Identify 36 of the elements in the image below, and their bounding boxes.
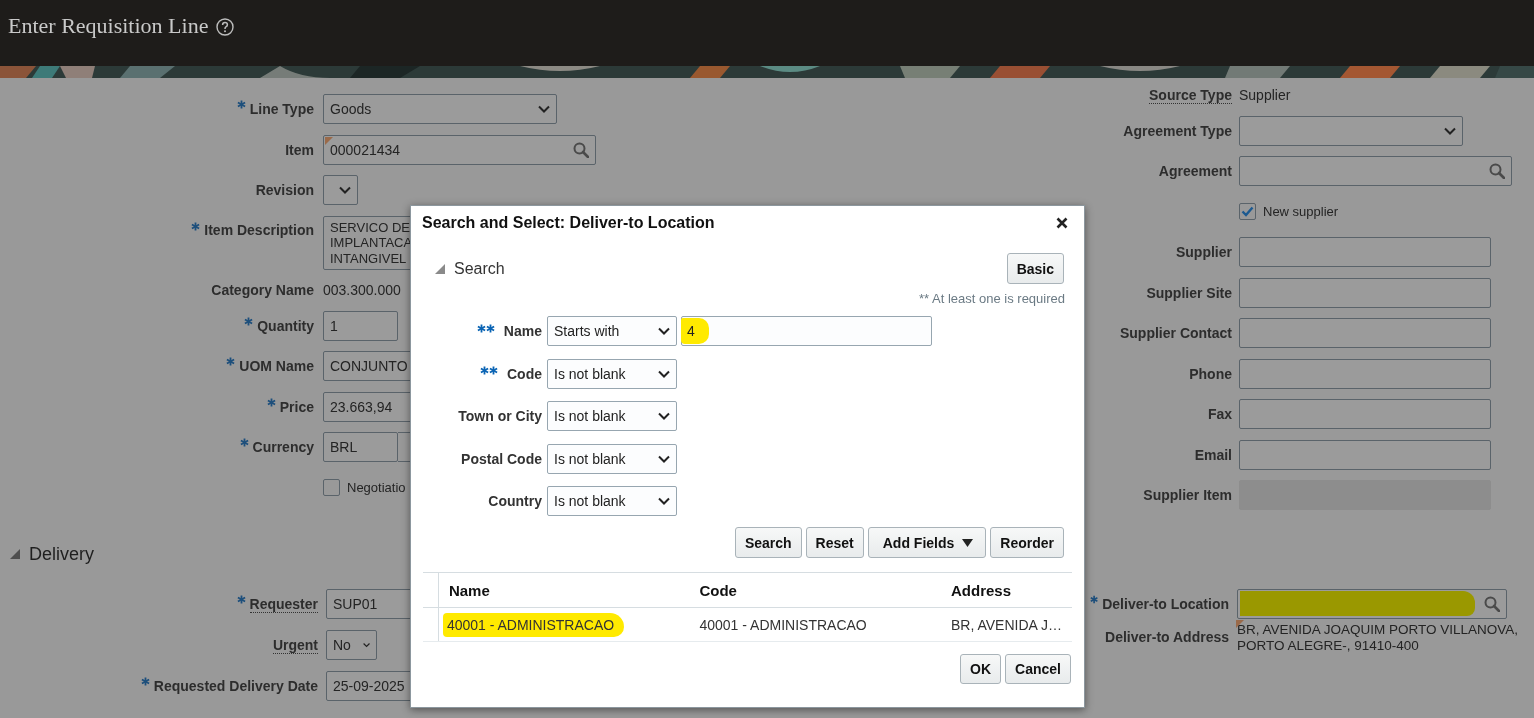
checkbox-label: New supplier bbox=[1263, 204, 1339, 219]
field-label: Supplier Contact bbox=[1120, 325, 1232, 341]
field-value: 003.300.000 bbox=[323, 282, 401, 298]
field-label: Item bbox=[285, 141, 314, 158]
field-label: Postal Code bbox=[461, 450, 542, 467]
checkbox-label: Negotiatio bbox=[347, 480, 406, 495]
field-label: Town or City bbox=[458, 408, 542, 424]
field-label: Name bbox=[503, 323, 542, 339]
field-label: Deliver-to Location bbox=[1102, 596, 1229, 612]
field-value: Supplier bbox=[1239, 87, 1291, 103]
field-label: Revision bbox=[255, 182, 314, 198]
field-label: Currency bbox=[252, 439, 314, 455]
address-text: BR, AVENIDA JOAQUIM PORTO VILLANOVA, PORTO ALEGRE-, 91410-400 bbox=[1237, 622, 1520, 654]
required-hint: ** At least one is required bbox=[918, 290, 1066, 308]
field-label: Requested Delivery Date bbox=[153, 678, 318, 694]
field-label: Item Description bbox=[204, 221, 314, 238]
field-label: Phone bbox=[1189, 365, 1232, 382]
field-label: Line Type bbox=[249, 101, 314, 117]
section-title: Search bbox=[454, 259, 505, 278]
field-label: Supplier Item bbox=[1143, 487, 1232, 503]
field-label: Agreement Type bbox=[1123, 122, 1232, 139]
section-title: Delivery bbox=[29, 543, 94, 565]
field-label: Email bbox=[1194, 446, 1232, 463]
field-label: Quantity bbox=[257, 317, 314, 334]
field-label: Price bbox=[279, 398, 314, 415]
field-label: Agreement bbox=[1158, 163, 1232, 179]
field-label: Deliver-to Address bbox=[1105, 629, 1229, 645]
field-label: Fax bbox=[1207, 406, 1232, 422]
field-label: Supplier bbox=[1176, 244, 1232, 260]
field-label: Category Name bbox=[211, 282, 314, 298]
page-title: Enter Requisition Line bbox=[8, 13, 209, 39]
field-label: UOM Name bbox=[239, 358, 314, 374]
field-label: Code bbox=[507, 365, 542, 382]
field-label: Country bbox=[488, 493, 542, 509]
dialog-title: Search and Select: Deliver-to Location bbox=[422, 214, 715, 232]
field-label: Supplier Site bbox=[1146, 284, 1232, 301]
